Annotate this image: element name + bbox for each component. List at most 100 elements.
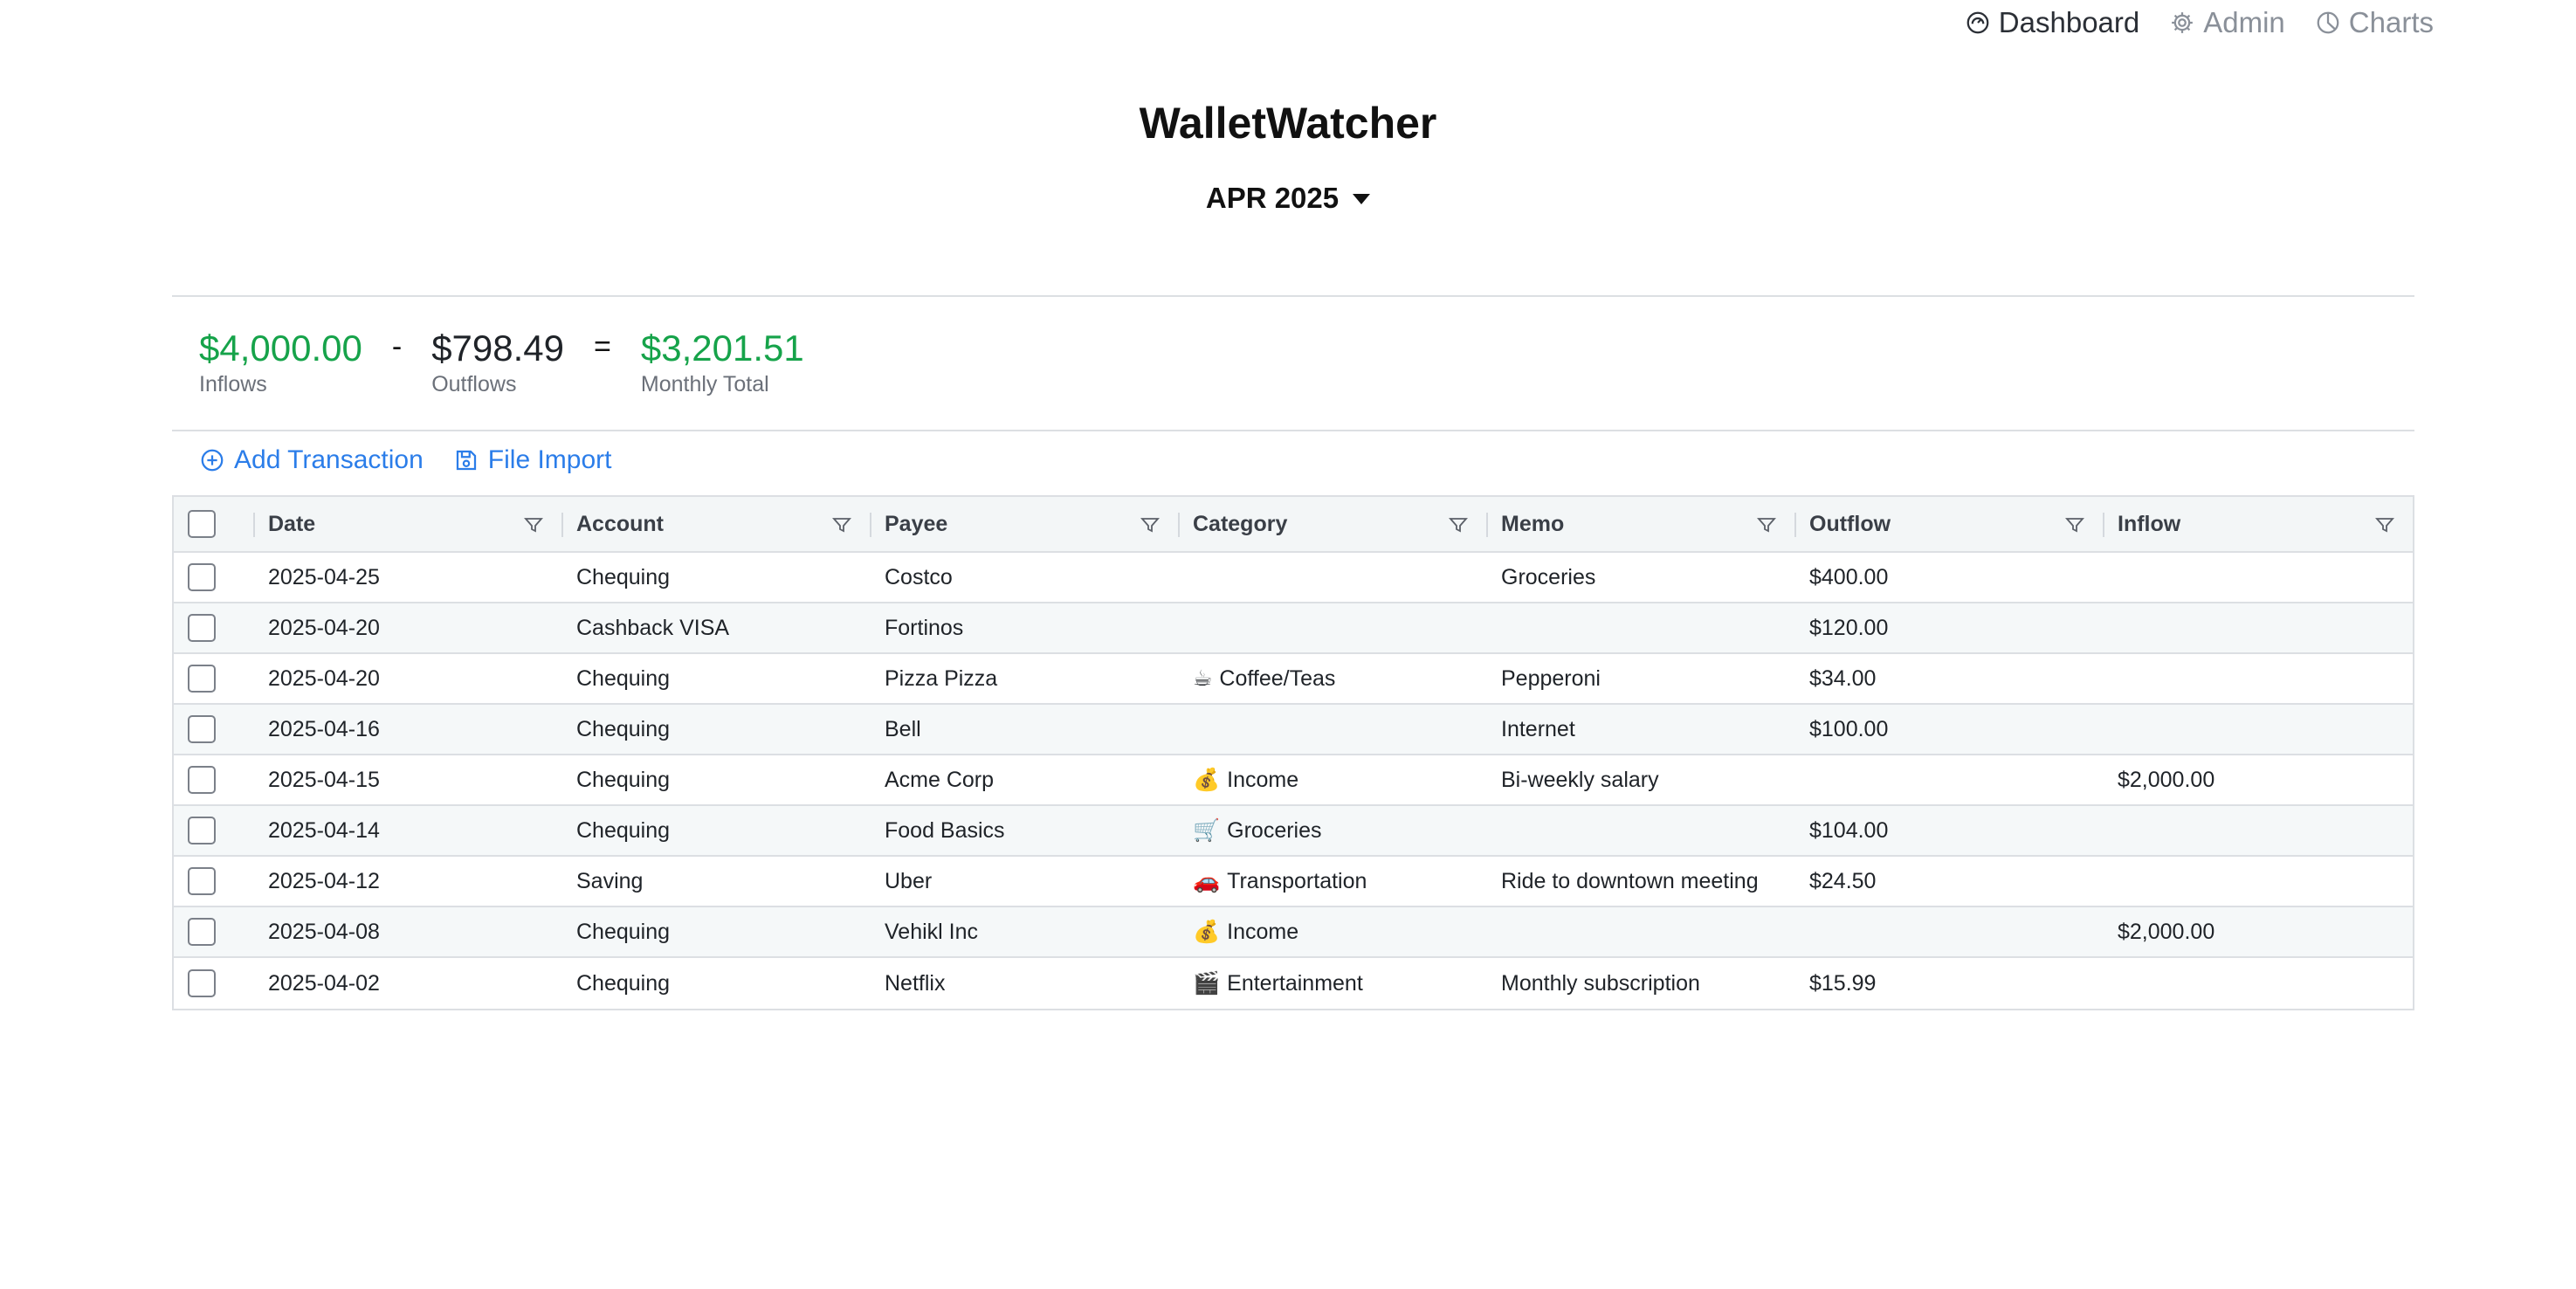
account-cell[interactable]: Chequing (561, 755, 870, 804)
outflow-cell[interactable]: $400.00 (1794, 553, 2103, 602)
header-memo[interactable]: Memo (1486, 497, 1794, 551)
table-row[interactable]: 2025-04-16 Chequing Bell Internet $100.0… (174, 705, 2413, 755)
memo-cell[interactable] (1486, 806, 1794, 855)
inflow-cell[interactable] (2103, 705, 2413, 754)
category-cell[interactable]: 💰 Income (1178, 907, 1486, 956)
outflow-cell[interactable]: $120.00 (1794, 603, 2103, 652)
memo-cell[interactable] (1486, 907, 1794, 956)
memo-cell[interactable]: Internet (1486, 705, 1794, 754)
inflow-cell[interactable] (2103, 806, 2413, 855)
outflow-cell[interactable] (1794, 755, 2103, 804)
payee-cell[interactable]: Pizza Pizza (870, 654, 1178, 703)
table-row[interactable]: 2025-04-02 Chequing Netflix 🎬 Entertainme… (174, 958, 2413, 1009)
table-row[interactable]: 2025-04-20 Chequing Pizza Pizza ☕ Coffee/… (174, 654, 2413, 705)
inflow-cell[interactable] (2103, 857, 2413, 906)
payee-cell[interactable]: Vehikl Inc (870, 907, 1178, 956)
date-cell[interactable]: 2025-04-08 (253, 907, 561, 956)
nav-charts[interactable]: Charts (2315, 5, 2434, 40)
payee-cell[interactable]: Fortinos (870, 603, 1178, 652)
header-inflow[interactable]: Inflow (2103, 497, 2413, 551)
memo-cell[interactable]: Bi-weekly salary (1486, 755, 1794, 804)
inflow-cell[interactable]: $2,000.00 (2103, 907, 2413, 956)
memo-cell[interactable]: Groceries (1486, 553, 1794, 602)
filter-icon[interactable] (1448, 514, 1469, 535)
file-import-button[interactable]: File Import (453, 445, 612, 475)
filter-icon[interactable] (2064, 514, 2085, 535)
category-cell[interactable]: 🚗 Transportation (1178, 857, 1486, 906)
inflow-cell[interactable] (2103, 603, 2413, 652)
payee-cell[interactable]: Costco (870, 553, 1178, 602)
payee-cell[interactable]: Netflix (870, 958, 1178, 1009)
category-cell[interactable]: 🎬 Entertainment (1178, 958, 1486, 1009)
table-row[interactable]: 2025-04-25 Chequing Costco Groceries $40… (174, 553, 2413, 603)
filter-icon[interactable] (523, 514, 544, 535)
row-checkbox[interactable] (188, 614, 216, 642)
outflow-cell[interactable]: $100.00 (1794, 705, 2103, 754)
date-cell[interactable]: 2025-04-25 (253, 553, 561, 602)
account-cell[interactable]: Chequing (561, 654, 870, 703)
category-cell[interactable] (1178, 553, 1486, 602)
category-cell[interactable] (1178, 705, 1486, 754)
account-cell[interactable]: Cashback VISA (561, 603, 870, 652)
nav-dashboard[interactable]: Dashboard (1965, 5, 2139, 40)
category-cell[interactable]: ☕ Coffee/Teas (1178, 654, 1486, 703)
outflow-cell[interactable]: $104.00 (1794, 806, 2103, 855)
date-cell[interactable]: 2025-04-20 (253, 603, 561, 652)
inflow-cell[interactable] (2103, 958, 2413, 1009)
table-row[interactable]: 2025-04-12 Saving Uber 🚗 Transportation R… (174, 857, 2413, 907)
date-cell[interactable]: 2025-04-20 (253, 654, 561, 703)
filter-icon[interactable] (2374, 514, 2395, 535)
select-all-checkbox[interactable] (188, 510, 216, 538)
outflow-cell[interactable]: $15.99 (1794, 958, 2103, 1009)
month-selector[interactable]: APR 2025 (0, 182, 2576, 215)
inflow-cell[interactable]: $2,000.00 (2103, 755, 2413, 804)
memo-cell[interactable]: Ride to downtown meeting (1486, 857, 1794, 906)
filter-icon[interactable] (831, 514, 852, 535)
inflow-cell[interactable] (2103, 553, 2413, 602)
account-cell[interactable]: Chequing (561, 553, 870, 602)
add-transaction-button[interactable]: Add Transaction (199, 445, 424, 475)
table-row[interactable]: 2025-04-08 Chequing Vehikl Inc 💰 Income $… (174, 907, 2413, 958)
filter-icon[interactable] (1756, 514, 1777, 535)
date-cell[interactable]: 2025-04-02 (253, 958, 561, 1009)
header-date[interactable]: Date (253, 497, 561, 551)
row-checkbox[interactable] (188, 715, 216, 743)
account-cell[interactable]: Chequing (561, 907, 870, 956)
memo-cell[interactable] (1486, 603, 1794, 652)
account-cell[interactable]: Chequing (561, 705, 870, 754)
account-cell[interactable]: Chequing (561, 806, 870, 855)
header-category[interactable]: Category (1178, 497, 1486, 551)
row-checkbox[interactable] (188, 665, 216, 693)
header-account[interactable]: Account (561, 497, 870, 551)
filter-icon[interactable] (1140, 514, 1161, 535)
memo-cell[interactable]: Monthly subscription (1486, 958, 1794, 1009)
outflow-cell[interactable] (1794, 907, 2103, 956)
payee-cell[interactable]: Uber (870, 857, 1178, 906)
date-cell[interactable]: 2025-04-12 (253, 857, 561, 906)
date-cell[interactable]: 2025-04-15 (253, 755, 561, 804)
category-cell[interactable] (1178, 603, 1486, 652)
outflow-cell[interactable]: $34.00 (1794, 654, 2103, 703)
header-payee[interactable]: Payee (870, 497, 1178, 551)
row-checkbox[interactable] (188, 766, 216, 794)
date-cell[interactable]: 2025-04-14 (253, 806, 561, 855)
account-cell[interactable]: Saving (561, 857, 870, 906)
memo-cell[interactable]: Pepperoni (1486, 654, 1794, 703)
row-checkbox[interactable] (188, 817, 216, 844)
outflow-cell[interactable]: $24.50 (1794, 857, 2103, 906)
category-cell[interactable]: 🛒 Groceries (1178, 806, 1486, 855)
row-checkbox[interactable] (188, 918, 216, 946)
date-cell[interactable]: 2025-04-16 (253, 705, 561, 754)
row-checkbox[interactable] (188, 969, 216, 997)
row-checkbox[interactable] (188, 563, 216, 591)
payee-cell[interactable]: Food Basics (870, 806, 1178, 855)
table-row[interactable]: 2025-04-14 Chequing Food Basics 🛒 Groceri… (174, 806, 2413, 857)
nav-admin[interactable]: Admin (2169, 5, 2285, 40)
inflow-cell[interactable] (2103, 654, 2413, 703)
row-checkbox[interactable] (188, 867, 216, 895)
category-cell[interactable]: 💰 Income (1178, 755, 1486, 804)
account-cell[interactable]: Chequing (561, 958, 870, 1009)
payee-cell[interactable]: Bell (870, 705, 1178, 754)
table-row[interactable]: 2025-04-15 Chequing Acme Corp 💰 Income Bi… (174, 755, 2413, 806)
payee-cell[interactable]: Acme Corp (870, 755, 1178, 804)
